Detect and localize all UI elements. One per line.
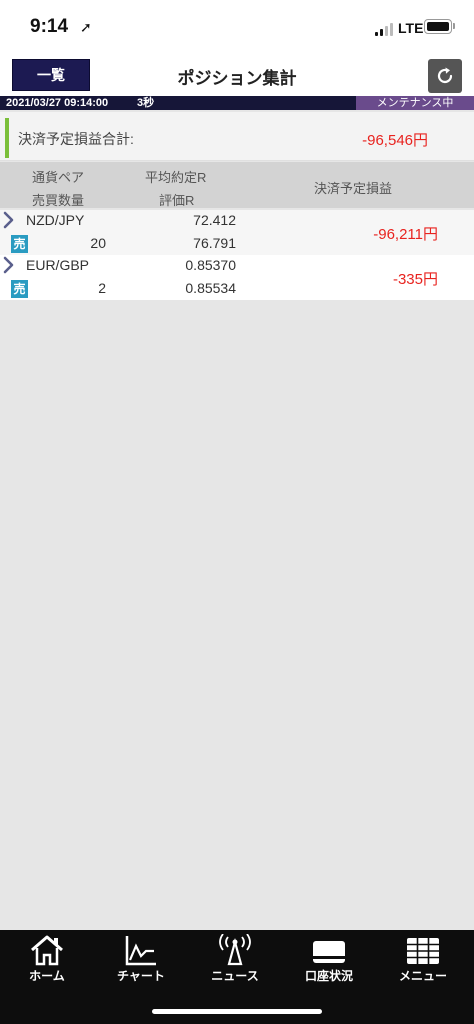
nav-account-label: 口座状況 (304, 969, 353, 983)
position-row[interactable]: EUR/GBP 売 2 0.85370 0.85534 -335円 (0, 255, 474, 300)
app-header: 一覧 ポジション集計 (0, 56, 474, 96)
network-type: LTE (398, 20, 424, 36)
refresh-button[interactable] (428, 59, 462, 93)
position-avg-rate: 72.412 (193, 212, 236, 228)
nav-home-label: ホーム (29, 969, 65, 983)
update-datetime: 2021/03/27 09:14:00 (6, 97, 109, 109)
bottom-nav: ホーム チャート ニュース 口座状況 メニュー (0, 930, 474, 988)
summary-accent-bar (5, 118, 9, 158)
col-profit-loss: 決済予定損益 (314, 181, 393, 196)
sell-badge: 売 (11, 280, 28, 298)
location-arrow-icon: ➚ (80, 19, 92, 35)
nav-menu[interactable]: メニュー (376, 930, 470, 988)
chevron-right-icon (3, 256, 14, 274)
account-icon (313, 941, 345, 963)
signal-icon (375, 22, 395, 36)
battery-tip (453, 23, 455, 29)
position-pair: EUR/GBP (26, 257, 90, 273)
battery-icon (424, 19, 452, 34)
summary-label: 決済予定損益合計: (18, 131, 134, 147)
column-header: 通貨ペア 売買数量 平均約定R 評価R 決済予定損益 (0, 162, 474, 208)
info-bar: 2021/03/27 09:14:00 3秒 メンテナンス中 (0, 96, 474, 110)
total-summary: 決済予定損益合計: -96,546円 (0, 112, 474, 161)
menu-icon (407, 938, 439, 964)
position-eval-rate: 76.791 (193, 235, 236, 251)
status-bar: 9:14 ➚ LTE (0, 0, 474, 56)
chevron-right-icon (3, 211, 14, 229)
sell-badge: 売 (11, 235, 28, 253)
status-time: 9:14 (30, 16, 69, 37)
nav-news-label: ニュース (211, 969, 259, 983)
position-profit-loss: -335円 (392, 271, 438, 288)
col-pair: 通貨ペア (32, 170, 85, 185)
news-icon (219, 934, 251, 966)
home-indicator-area (0, 988, 474, 1024)
position-quantity: 20 (90, 235, 106, 251)
nav-home[interactable]: ホーム (0, 930, 94, 988)
col-avg-rate: 平均約定R (145, 170, 207, 185)
position-profit-loss: -96,211円 (373, 226, 438, 243)
refresh-interval: 3秒 (137, 97, 155, 109)
nav-chart-label: チャート (117, 969, 165, 983)
home-indicator[interactable] (152, 1009, 322, 1014)
chart-icon (125, 936, 156, 966)
nav-account[interactable]: 口座状況 (282, 930, 376, 988)
position-row[interactable]: NZD/JPY 売 20 72.412 76.791 -96,211円 (0, 210, 474, 255)
position-eval-rate: 0.85534 (185, 280, 236, 296)
refresh-icon (437, 67, 453, 84)
position-pair: NZD/JPY (26, 212, 85, 228)
col-eval-rate: 評価R (159, 193, 195, 208)
page-title: ポジション集計 (177, 69, 297, 88)
nav-chart[interactable]: チャート (94, 930, 188, 988)
nav-news[interactable]: ニュース (188, 930, 282, 988)
maintenance-badge[interactable]: メンテナンス中 (356, 96, 474, 110)
col-quantity: 売買数量 (32, 193, 85, 208)
position-quantity: 2 (98, 280, 106, 296)
nav-menu-label: メニュー (398, 969, 447, 983)
home-icon (31, 935, 63, 966)
summary-value: -96,546円 (362, 132, 428, 149)
position-avg-rate: 0.85370 (185, 257, 236, 273)
